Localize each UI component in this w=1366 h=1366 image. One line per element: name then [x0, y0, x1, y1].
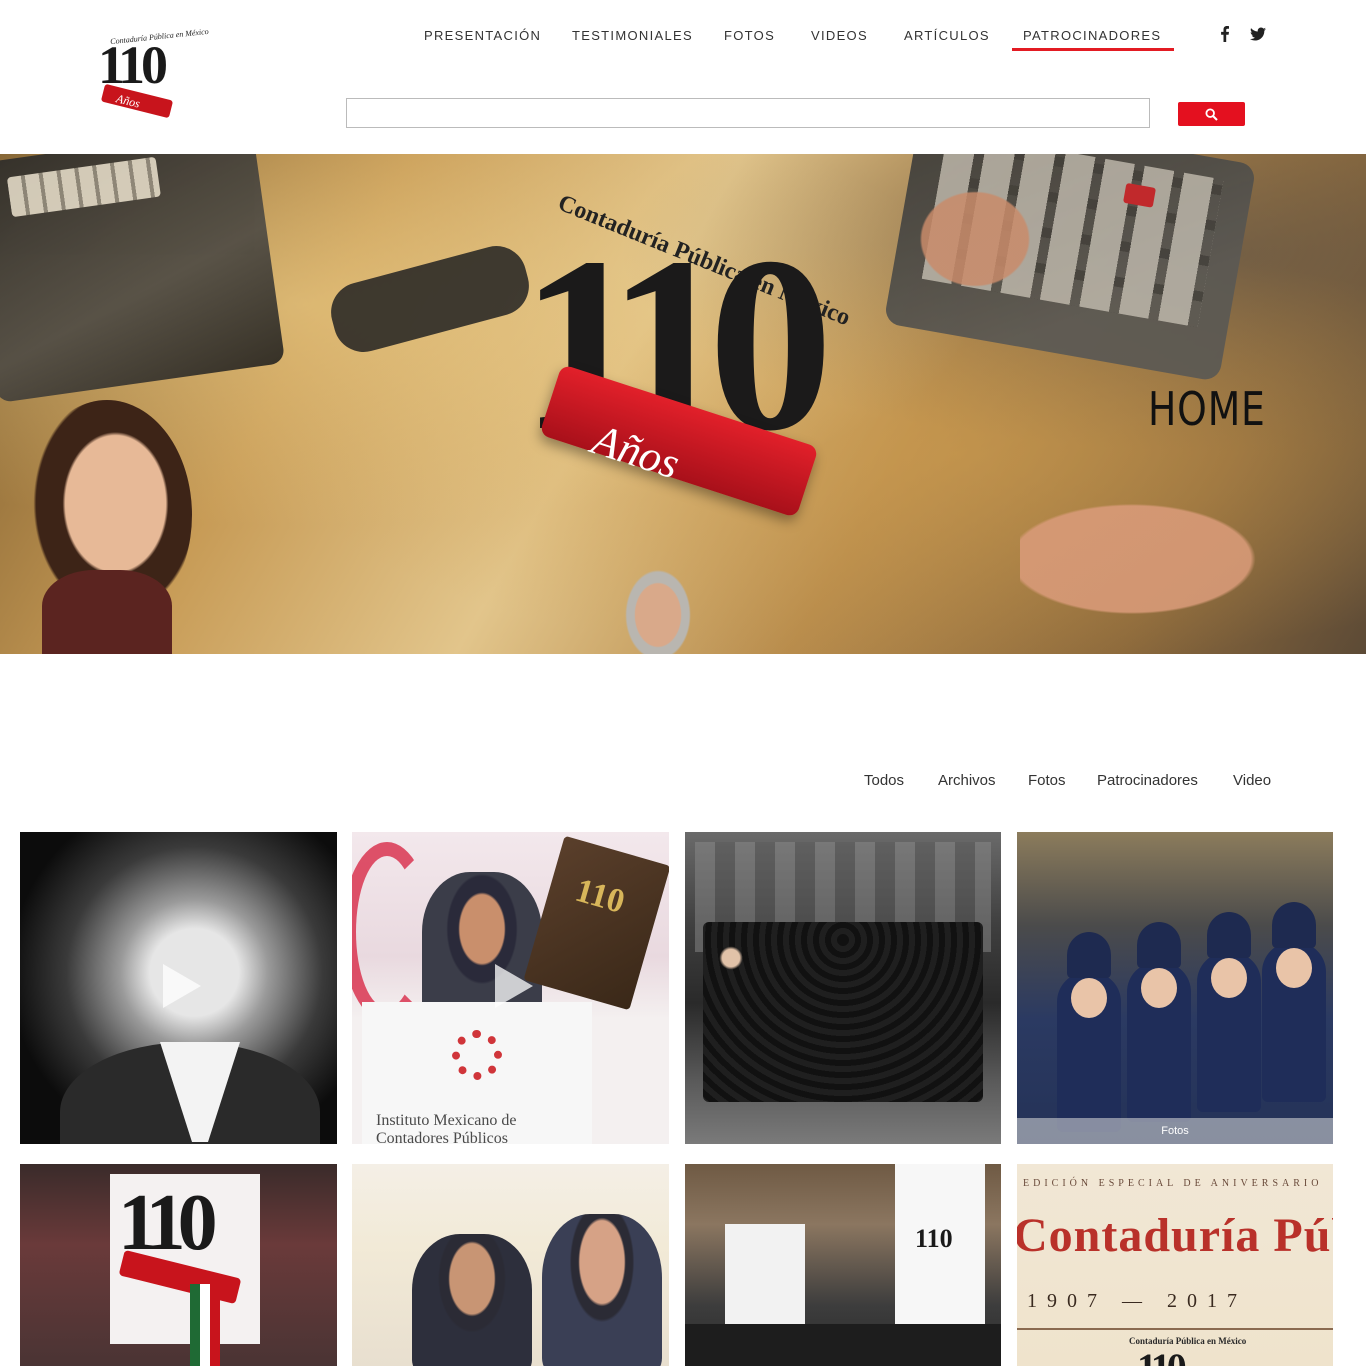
filter-patrocinadores[interactable]: Patrocinadores [1097, 772, 1198, 789]
hero-man-image [618, 570, 698, 654]
play-icon [494, 964, 533, 1008]
flag-image [190, 1284, 220, 1366]
nav-item-presentacion[interactable]: PRESENTACIÓN [424, 28, 541, 43]
facebook-icon[interactable] [1217, 26, 1233, 44]
nav-item-testimoniales[interactable]: TESTIMONIALES [572, 28, 693, 43]
imcp-logo-icon [452, 1030, 502, 1080]
nav-item-articulos[interactable]: ARTÍCULOS [904, 28, 990, 43]
book-image [523, 835, 669, 1011]
site-header: Contaduría Pública en México 110 Años PR… [0, 0, 1366, 154]
gallery-item-ceremony-photo[interactable]: 110 [20, 1164, 337, 1366]
gallery-item-group-photo[interactable] [685, 832, 1001, 1144]
hero-sleeve-image [324, 239, 536, 359]
page-title: HOME [1148, 382, 1266, 436]
hero-hand-image [900, 174, 1050, 304]
cover-edition-text: EDICIÓN ESPECIAL DE ANIVERSARIO [1023, 1178, 1323, 1189]
nav-item-fotos[interactable]: FOTOS [724, 28, 775, 43]
filter-archivos[interactable]: Archivos [938, 772, 996, 789]
gallery-item-video-speaker[interactable]: Instituto Mexicano de Contadores Público… [352, 832, 669, 1144]
hero-banner: Contaduría Pública en México 110 Años HO… [0, 154, 1366, 654]
hero-typewriter-image [0, 154, 286, 404]
gallery-filters: Todos Archivos Fotos Patrocinadores Vide… [0, 772, 1366, 794]
gallery-item-two-men-photo[interactable] [352, 1164, 669, 1366]
gallery-item-magazine-cover[interactable]: EDICIÓN ESPECIAL DE ANIVERSARIO Contadur… [1017, 1164, 1333, 1366]
nav-item-patrocinadores[interactable]: PATROCINADORES [1011, 28, 1175, 51]
nav-item-videos[interactable]: VIDEOS [811, 28, 868, 43]
search-button[interactable] [1178, 102, 1245, 126]
gallery-item-panel-photo[interactable] [685, 1164, 1001, 1366]
gallery-item-caption: Fotos [1017, 1118, 1333, 1144]
hero-anniversary-logo: Contaduría Pública en México 110 Años [520, 190, 854, 550]
play-icon [162, 964, 201, 1008]
filter-video[interactable]: Video [1233, 772, 1271, 789]
twitter-icon[interactable] [1250, 26, 1266, 44]
cover-headline: Contaduría Pública [1017, 1209, 1333, 1262]
search-input[interactable] [346, 98, 1150, 128]
search-icon [1205, 107, 1218, 121]
filter-fotos[interactable]: Fotos [1028, 772, 1066, 789]
gallery-item-choir-photo[interactable]: Fotos [1017, 832, 1333, 1144]
filter-todos[interactable]: Todos [864, 772, 904, 789]
hero-woman-image [22, 400, 192, 654]
main-nav: PRESENTACIÓN TESTIMONIALES FOTOS VIDEOS … [0, 28, 1366, 51]
gallery-item-video-portrait[interactable] [20, 832, 337, 1144]
podium-text: Instituto Mexicano de Contadores Público… [376, 1112, 517, 1144]
hero-hand-image-2 [1020, 484, 1300, 634]
cover-number: 110 [1137, 1344, 1187, 1366]
cover-years: 1907 — 2017 [1027, 1290, 1247, 1312]
